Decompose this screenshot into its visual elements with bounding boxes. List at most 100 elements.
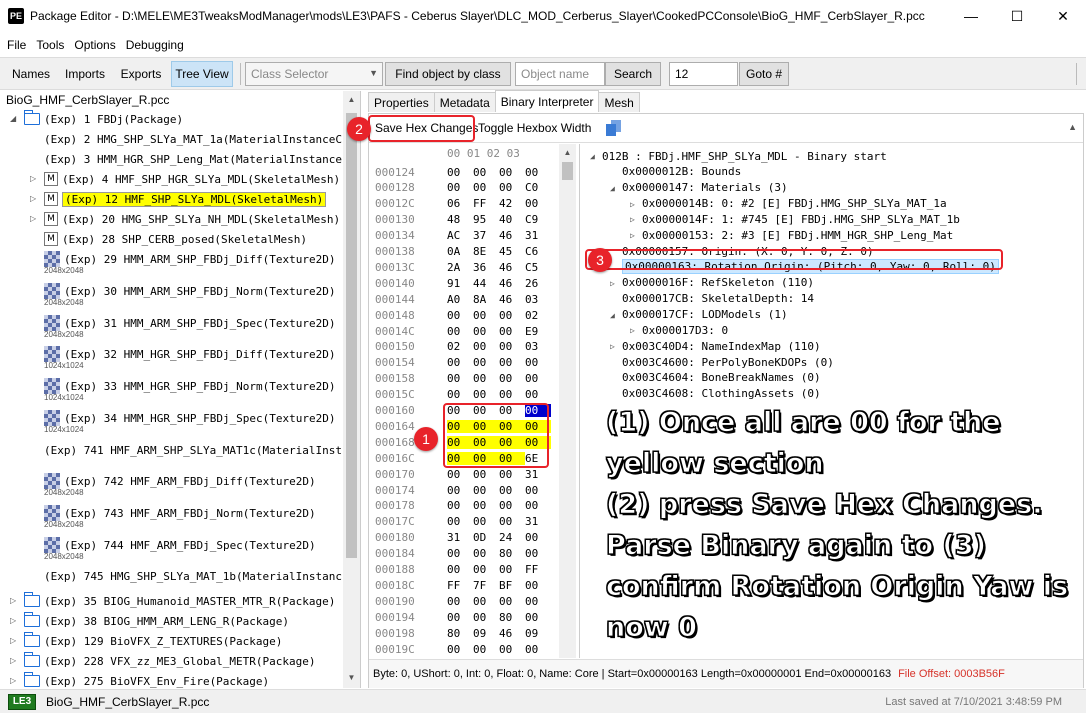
hex-byte[interactable]: C5 — [525, 261, 551, 274]
chevron-right-icon[interactable]: ▷ — [30, 214, 40, 223]
interpreter-node[interactable]: 0x003C4604: BoneBreakNames (0) — [622, 370, 821, 386]
hex-byte[interactable]: 80 — [499, 611, 525, 624]
hex-byte[interactable]: 00 — [447, 563, 473, 576]
hex-byte[interactable]: 2A — [447, 261, 473, 274]
scroll-thumb[interactable] — [562, 162, 573, 180]
hex-byte[interactable]: 00 — [447, 484, 473, 497]
interpreter-node[interactable]: 0x003C40D4: NameIndexMap (110) — [622, 338, 821, 354]
interpreter-node[interactable]: 012B : FBDj.HMF_SHP_SLYa_MDL - Binary st… — [602, 148, 887, 164]
hex-byte[interactable]: 00 — [525, 643, 551, 656]
find-by-class-button[interactable]: Find object by class — [385, 62, 511, 86]
hex-byte[interactable]: C9 — [525, 213, 551, 226]
hex-byte[interactable]: 00 — [499, 643, 525, 656]
chevron-down-icon[interactable]: ◢ — [590, 152, 595, 161]
hex-byte[interactable]: 00 — [499, 340, 525, 353]
hex-byte[interactable]: 00 — [447, 611, 473, 624]
chevron-up-icon[interactable]: ▲ — [1068, 122, 1077, 132]
interpreter-node[interactable]: 0x000017CB: SkeletalDepth: 14 — [622, 291, 814, 307]
hex-byte[interactable]: 03 — [525, 340, 551, 353]
menu-debugging[interactable]: Debugging — [121, 38, 189, 52]
hex-byte[interactable]: 7F — [473, 579, 499, 592]
hex-byte[interactable]: 00 — [473, 547, 499, 560]
hex-byte[interactable]: 00 — [525, 197, 551, 210]
minimize-button[interactable]: — — [948, 0, 994, 32]
hex-byte[interactable]: 00 — [525, 595, 551, 608]
hex-byte[interactable]: 09 — [473, 627, 499, 640]
tree-item[interactable]: (Exp) 228 VFX_zz_ME3_Global_METR(Package… — [23, 651, 316, 671]
maximize-button[interactable]: ☐ — [994, 0, 1040, 32]
chevron-right-icon[interactable]: ▷ — [610, 342, 615, 351]
chevron-down-icon[interactable]: ◢ — [610, 184, 615, 193]
goto-button[interactable]: Goto # — [739, 62, 789, 86]
hex-byte[interactable]: 00 — [473, 499, 499, 512]
goto-input[interactable]: 12 — [669, 62, 738, 86]
hex-byte[interactable]: 00 — [473, 563, 499, 576]
hex-byte[interactable]: 00 — [447, 356, 473, 369]
interpreter-node[interactable]: 0x003C4608: ClothingAssets (0) — [622, 386, 821, 402]
hex-byte[interactable]: 02 — [525, 309, 551, 322]
hex-byte[interactable]: 00 — [525, 531, 551, 544]
imports-button[interactable]: Imports — [61, 61, 109, 87]
hex-byte[interactable]: 00 — [525, 388, 551, 401]
tree-view-button[interactable]: Tree View — [171, 61, 233, 87]
tree-item[interactable]: (Exp) 34 HMM_HGR_SHP_FBDj_Spec(Texture2D… — [44, 408, 336, 428]
chevron-down-icon[interactable]: ◢ — [10, 114, 20, 123]
copy-icon[interactable] — [606, 120, 621, 136]
menu-options[interactable]: Options — [69, 38, 120, 52]
interpreter-node[interactable]: 0x0000014F: 1: #745 [E] FBDj.HMG_SHP_SLY… — [642, 211, 960, 227]
hex-byte[interactable]: 00 — [525, 499, 551, 512]
close-button[interactable]: ✕ — [1040, 0, 1086, 32]
tree-item[interactable]: M (Exp) 20 HMG_SHP_SLYa_NH_MDL(SkeletalMe… — [44, 209, 340, 229]
hex-byte[interactable]: C6 — [525, 245, 551, 258]
hex-byte[interactable]: 00 — [447, 468, 473, 481]
hex-byte[interactable]: 40 — [499, 213, 525, 226]
hex-byte[interactable]: BF — [499, 579, 525, 592]
hex-byte[interactable]: 24 — [499, 531, 525, 544]
hex-byte[interactable]: E9 — [525, 325, 551, 338]
hex-byte[interactable]: 00 — [499, 484, 525, 497]
tab-binary-interpreter[interactable]: Binary Interpreter — [494, 90, 600, 112]
hex-byte[interactable]: AC — [447, 229, 473, 242]
hex-byte[interactable]: 09 — [525, 627, 551, 640]
chevron-right-icon[interactable]: ▷ — [10, 656, 20, 665]
hex-byte[interactable]: 00 — [473, 372, 499, 385]
tab-mesh[interactable]: Mesh — [598, 92, 640, 112]
chevron-right-icon[interactable]: ▷ — [10, 636, 20, 645]
hex-byte[interactable]: 00 — [499, 468, 525, 481]
hex-byte[interactable]: 00 — [447, 166, 473, 179]
hex-byte[interactable]: FF — [473, 197, 499, 210]
hex-byte[interactable]: 46 — [499, 627, 525, 640]
exports-button[interactable]: Exports — [117, 61, 165, 87]
tree-item[interactable]: (Exp) 30 HMM_ARM_SHP_FBDj_Norm(Texture2D… — [44, 281, 336, 301]
hex-byte[interactable]: 46 — [499, 277, 525, 290]
interpreter-node[interactable]: 0x00000153: 2: #3 [E] FBDj.HMM_HGR_SHP_L… — [642, 227, 953, 243]
hex-byte[interactable]: 00 — [499, 166, 525, 179]
hex-byte[interactable]: 00 — [525, 166, 551, 179]
names-button[interactable]: Names — [8, 61, 54, 87]
hex-byte[interactable]: 31 — [447, 531, 473, 544]
hex-byte[interactable]: 00 — [473, 611, 499, 624]
scroll-up-icon[interactable]: ▲ — [559, 144, 576, 161]
interpreter-node[interactable]: 0x000017CF: LODModels (1) — [622, 307, 788, 323]
hex-byte[interactable]: 00 — [473, 309, 499, 322]
tree-item[interactable]: (Exp) 33 HMM_HGR_SHP_FBDj_Norm(Texture2D… — [44, 376, 336, 396]
chevron-right-icon[interactable]: ▷ — [10, 596, 20, 605]
interpreter-node[interactable]: 0x0000012B: Bounds — [622, 164, 741, 180]
hex-byte[interactable]: 00 — [447, 325, 473, 338]
scroll-down-icon[interactable]: ▼ — [343, 669, 360, 686]
hex-byte[interactable]: 03 — [525, 293, 551, 306]
chevron-right-icon[interactable]: ▷ — [630, 215, 635, 224]
hex-byte[interactable]: 46 — [499, 293, 525, 306]
hex-byte[interactable]: 00 — [525, 356, 551, 369]
chevron-right-icon[interactable]: ▷ — [10, 616, 20, 625]
hex-byte[interactable]: FF — [447, 579, 473, 592]
hex-byte[interactable]: 00 — [499, 595, 525, 608]
hex-byte[interactable]: 91 — [447, 277, 473, 290]
toggle-hexbox-width-button[interactable]: Toggle Hexbox Width — [478, 119, 591, 137]
hex-byte[interactable]: 00 — [473, 340, 499, 353]
hex-byte[interactable]: 00 — [499, 372, 525, 385]
hex-byte[interactable]: 00 — [473, 181, 499, 194]
hex-byte[interactable]: 00 — [473, 388, 499, 401]
hex-byte[interactable]: 00 — [499, 356, 525, 369]
hex-byte[interactable]: 00 — [473, 643, 499, 656]
